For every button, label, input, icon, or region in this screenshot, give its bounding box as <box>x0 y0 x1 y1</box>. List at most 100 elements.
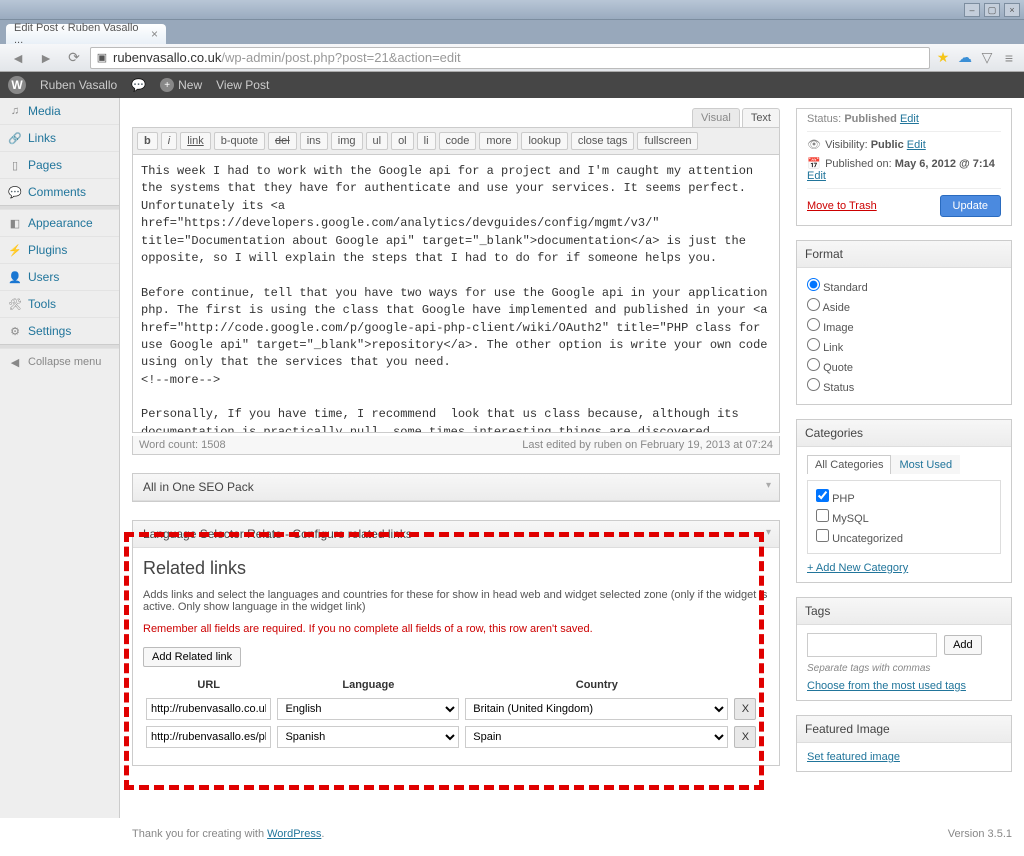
bookmark-star-icon[interactable]: ★ <box>934 49 952 67</box>
category-php[interactable]: PHP <box>816 487 992 507</box>
seo-metabox-header[interactable]: All in One SEO Pack ▾ <box>133 474 779 501</box>
update-button[interactable]: Update <box>940 195 1001 217</box>
menu-settings[interactable]: ⚙ Settings <box>0 317 119 344</box>
remove-row-button[interactable]: X <box>734 726 756 748</box>
featured-box-header[interactable]: Featured Image <box>797 716 1011 743</box>
format-aside[interactable]: Aside <box>807 296 1001 316</box>
browser-tab[interactable]: Edit Post ‹ Ruben Vasallo ... × <box>6 24 166 44</box>
close-icon[interactable]: × <box>151 27 158 41</box>
menu-media[interactable]: ♫ Media <box>0 98 119 124</box>
format-box-header[interactable]: Format <box>797 241 1011 268</box>
menu-users[interactable]: 👤 Users <box>0 263 119 290</box>
format-standard[interactable]: Standard <box>807 276 1001 296</box>
menu-plugins[interactable]: ⚡ Plugins <box>0 236 119 263</box>
admin-sidebar: ♫ Media 🔗 Links ▯ Pages 💬 Comments ◧ App… <box>0 98 120 818</box>
code-button[interactable]: code <box>439 132 477 150</box>
bold-button[interactable]: b <box>137 132 158 150</box>
url-input[interactable] <box>146 698 271 720</box>
tags-box: Tags Add Separate tags with commas Choos… <box>796 597 1012 701</box>
page-icon: ▣ <box>95 51 109 65</box>
format-status[interactable]: Status <box>807 376 1001 396</box>
format-link[interactable]: Link <box>807 336 1001 356</box>
browser-tabstrip: Edit Post ‹ Ruben Vasallo ... × <box>0 20 1024 44</box>
menu-collapse[interactable]: ◀ Collapse menu <box>0 348 119 375</box>
format-quote[interactable]: Quote <box>807 356 1001 376</box>
lsr-warning: Remember all fields are required. If you… <box>143 623 769 635</box>
li-button[interactable]: li <box>417 132 436 150</box>
category-uncategorized[interactable]: Uncategorized <box>816 527 992 547</box>
closetags-button[interactable]: close tags <box>571 132 635 150</box>
lsr-metabox-header[interactable]: Language Selector Relate - Configure rel… <box>133 521 779 548</box>
shield-icon[interactable]: ▽ <box>978 49 996 67</box>
lsr-metabox: Language Selector Relate - Configure rel… <box>132 520 780 766</box>
choose-tags-link[interactable]: Choose from the most used tags <box>807 680 1001 692</box>
lsr-heading: Related links <box>143 558 769 579</box>
media-icon: ♫ <box>8 104 22 118</box>
format-box: Format Standard Aside Image Link Quote S… <box>796 240 1012 405</box>
add-tag-button[interactable]: Add <box>944 635 982 655</box>
window-close-button[interactable]: × <box>1004 3 1020 17</box>
language-select[interactable]: English <box>277 698 459 720</box>
menu-icon[interactable]: ≡ <box>1000 49 1018 67</box>
post-content-textarea[interactable] <box>132 155 780 433</box>
add-related-link-button[interactable]: Add Related link <box>143 647 241 667</box>
link-button[interactable]: link <box>180 132 211 150</box>
adminbar-comments-icon[interactable]: 💬 <box>131 78 146 92</box>
menu-links[interactable]: 🔗 Links <box>0 124 119 151</box>
edit-status-link[interactable]: Edit <box>900 113 919 125</box>
lookup-button[interactable]: lookup <box>521 132 567 150</box>
img-button[interactable]: img <box>331 132 363 150</box>
ol-button[interactable]: ol <box>391 132 414 150</box>
blockquote-button[interactable]: b-quote <box>214 132 265 150</box>
window-maximize-button[interactable]: ▢ <box>984 3 1000 17</box>
window-minimize-button[interactable]: – <box>964 3 980 17</box>
move-to-trash-link[interactable]: Move to Trash <box>807 200 877 212</box>
related-row: Spanish Spain X <box>143 723 769 751</box>
set-featured-image-link[interactable]: Set featured image <box>807 751 1001 763</box>
editor-mode-switch: Visual Text <box>132 108 780 127</box>
url-bar[interactable]: ▣ rubenvasallo.co.uk/wp-admin/post.php?p… <box>90 47 930 69</box>
category-mysql[interactable]: MySQL <box>816 507 992 527</box>
country-select[interactable]: Spain <box>465 726 728 748</box>
chevron-left-icon: ◀ <box>8 355 22 369</box>
eye-icon: 👁 <box>807 138 819 151</box>
remove-row-button[interactable]: X <box>734 698 756 720</box>
tab-visual[interactable]: Visual <box>692 108 740 127</box>
col-language: Language <box>274 675 462 695</box>
browser-toolbar: ◄ ► ⟳ ▣ rubenvasallo.co.uk/wp-admin/post… <box>0 44 1024 72</box>
country-select[interactable]: Britain (United Kingdom) <box>465 698 728 720</box>
wordpress-link[interactable]: WordPress <box>267 828 321 840</box>
edit-date-link[interactable]: Edit <box>807 170 826 182</box>
menu-tools[interactable]: 🛠 Tools <box>0 290 119 317</box>
categories-box-header[interactable]: Categories <box>797 420 1011 447</box>
add-new-category-link[interactable]: + Add New Category <box>807 562 1001 574</box>
del-button[interactable]: del <box>268 132 297 150</box>
reload-button[interactable]: ⟳ <box>62 48 86 68</box>
adminbar-site-link[interactable]: Ruben Vasallo <box>40 78 117 92</box>
tab-most-used[interactable]: Most Used <box>891 455 960 474</box>
edit-visibility-link[interactable]: Edit <box>907 139 926 151</box>
italic-button[interactable]: i <box>161 132 177 150</box>
menu-appearance[interactable]: ◧ Appearance <box>0 209 119 236</box>
menu-comments[interactable]: 💬 Comments <box>0 178 119 205</box>
adminbar-view-post[interactable]: View Post <box>216 78 269 92</box>
lsr-description: Adds links and select the languages and … <box>143 589 769 613</box>
adminbar-new-link[interactable]: + New <box>160 78 202 92</box>
fullscreen-button[interactable]: fullscreen <box>637 132 698 150</box>
menu-pages[interactable]: ▯ Pages <box>0 151 119 178</box>
back-button[interactable]: ◄ <box>6 48 30 68</box>
url-input[interactable] <box>146 726 271 748</box>
format-image[interactable]: Image <box>807 316 1001 336</box>
cloud-icon[interactable]: ☁ <box>956 49 974 67</box>
tab-text[interactable]: Text <box>742 108 780 127</box>
visibility-row: 👁 Visibility: Public Edit <box>807 138 1001 151</box>
tab-all-categories[interactable]: All Categories <box>807 455 891 474</box>
more-button[interactable]: more <box>479 132 518 150</box>
ins-button[interactable]: ins <box>300 132 328 150</box>
wordpress-logo-icon[interactable]: W <box>8 76 26 94</box>
tag-input[interactable] <box>807 633 937 657</box>
language-select[interactable]: Spanish <box>277 726 459 748</box>
tags-box-header[interactable]: Tags <box>797 598 1011 625</box>
ul-button[interactable]: ul <box>366 132 389 150</box>
forward-button[interactable]: ► <box>34 48 58 68</box>
